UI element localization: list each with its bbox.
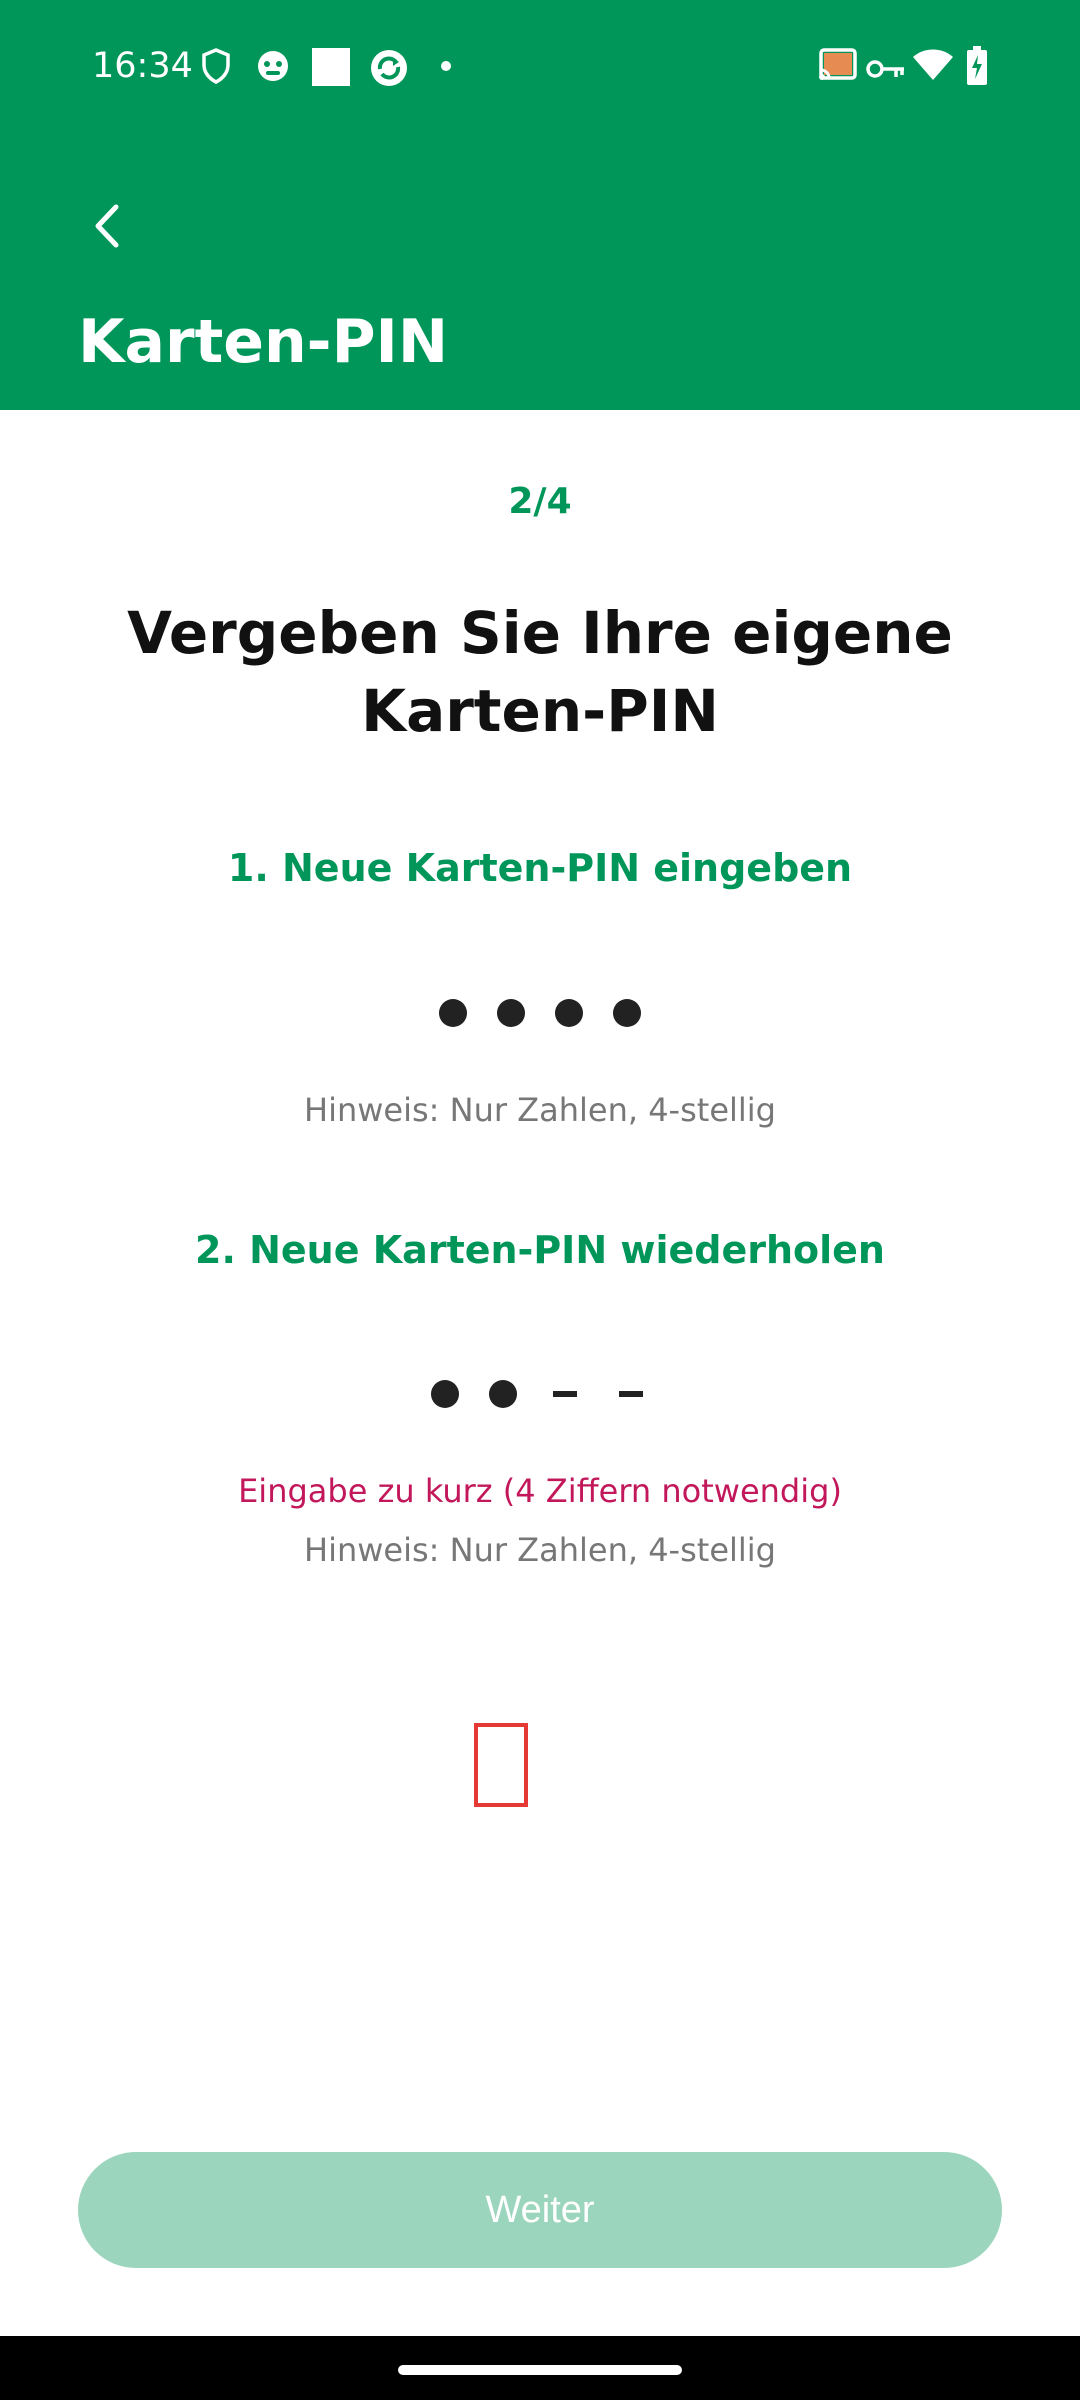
pin-dot-filled [489, 1380, 517, 1408]
section-title-new-pin: 1. Neue Karten-PIN eingeben [227, 846, 853, 890]
chevron-left-icon [95, 204, 119, 248]
wifi-icon [913, 49, 953, 80]
pin-dot-filled [439, 999, 467, 1027]
pin-dash-empty [553, 1391, 577, 1397]
dot-icon [441, 61, 451, 71]
status-bar: 16:34 [0, 0, 1080, 135]
pin-dot-filled [431, 1380, 459, 1408]
step-indicator: 2/4 [508, 481, 572, 522]
pin-input-new[interactable] [0, 993, 1080, 1033]
section-title-repeat-pin: 2. Neue Karten-PIN wiederholen [195, 1228, 885, 1272]
pin-dash-empty [619, 1391, 643, 1397]
main-heading: Vergeben Sie Ihre eigene Karten-PIN [127, 599, 953, 745]
weiter-button[interactable]: Weiter [78, 2152, 1002, 2268]
hint-new-pin: Hinweis: Nur Zahlen, 4-stellig [304, 1091, 776, 1129]
pin-dot-filled [555, 999, 583, 1027]
home-indicator[interactable] [398, 2365, 682, 2375]
pin-dot-filled [497, 999, 525, 1027]
hint-repeat-pin: Hinweis: Nur Zahlen, 4-stellig [304, 1531, 776, 1569]
shield-icon [202, 48, 230, 84]
error-message: Eingabe zu kurz (4 Ziffern notwendig) [238, 1472, 842, 1510]
input-cursor-box [474, 1723, 528, 1807]
vpn-key-icon [866, 60, 904, 78]
sync-icon [371, 50, 407, 86]
status-time: 16:34 [92, 46, 193, 86]
app-bar: 16:34 Karten-PIN [0, 0, 1080, 410]
battery-charging-icon [967, 46, 987, 85]
square-icon [312, 48, 350, 86]
page-title: Karten-PIN [78, 307, 449, 377]
back-button[interactable] [78, 196, 138, 256]
pin-input-repeat[interactable] [0, 1374, 1080, 1414]
app-face-icon [258, 51, 288, 81]
pin-dot-filled [613, 999, 641, 1027]
cast-icon [819, 48, 857, 80]
